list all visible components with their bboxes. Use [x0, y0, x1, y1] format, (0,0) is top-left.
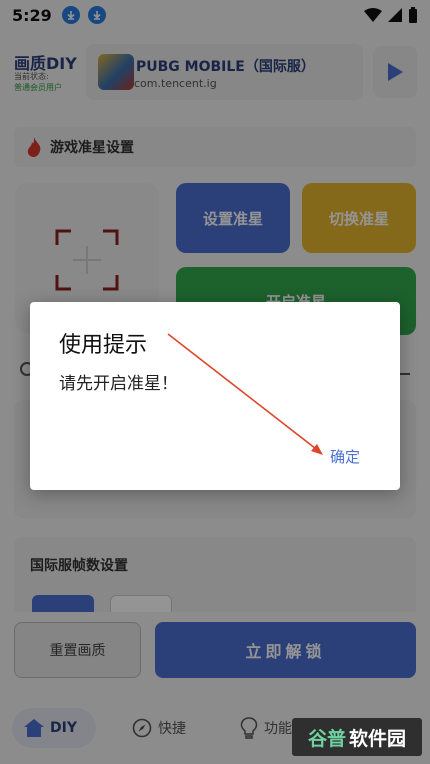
dialog-ok-button[interactable]: 确定 [330, 446, 360, 467]
usage-tip-dialog: 使用提示 请先开启准星！ 确定 [30, 302, 400, 490]
dialog-message: 请先开启准星！ [59, 374, 178, 394]
watermark-text-b: 软件园 [349, 727, 407, 750]
dialog-title: 使用提示 [59, 333, 148, 358]
watermark-text-a: 谷普 [307, 727, 346, 750]
watermark-logo: 谷普 软件园 [292, 718, 422, 756]
